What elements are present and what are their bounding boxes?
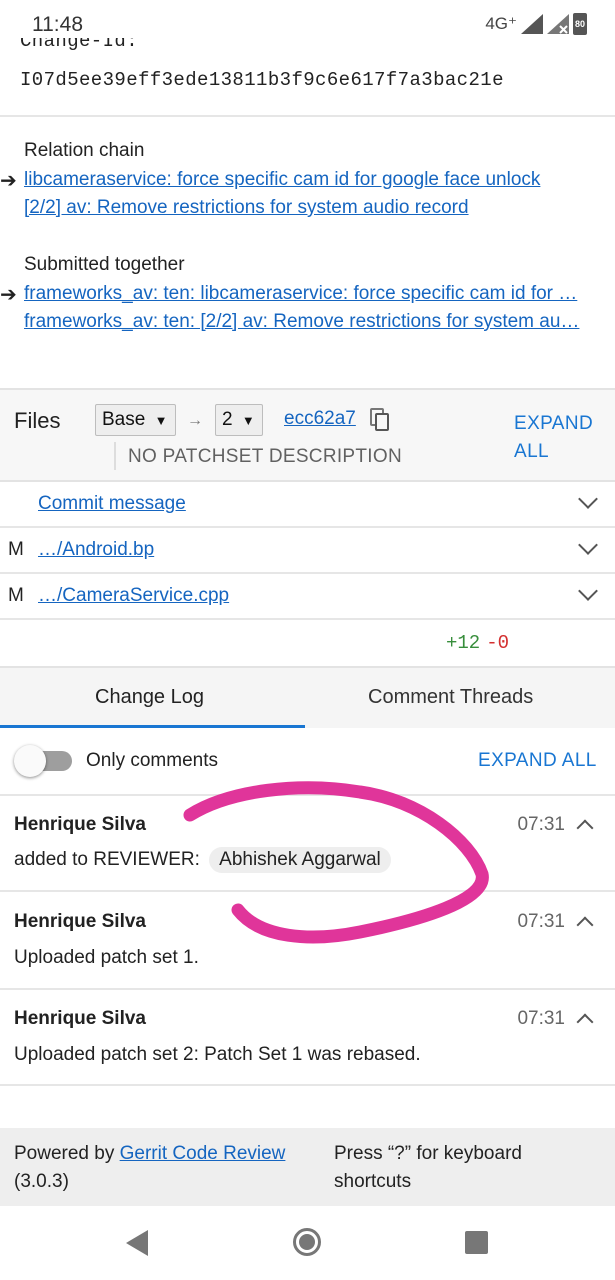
- file-row-android-bp[interactable]: M …/Android.bp: [0, 528, 615, 574]
- file-status: M: [8, 585, 24, 606]
- file-status: M: [8, 539, 24, 560]
- current-change-arrow-icon: ➔: [0, 284, 17, 306]
- relation-chain-link-1[interactable]: libcameraservice: force specific cam id …: [24, 169, 604, 191]
- copy-icon[interactable]: [370, 408, 390, 432]
- change-id-label-text: Change-Id:: [20, 38, 139, 52]
- file-link[interactable]: Commit message: [38, 493, 186, 515]
- keyboard-shortcuts-hint: Press “?” for keyboard shortcuts: [334, 1143, 522, 1192]
- patchset-select[interactable]: 2 ▼: [215, 404, 263, 436]
- change-id-label: Change-Id:: [20, 38, 138, 60]
- signal-icon: [521, 14, 543, 34]
- chevron-up-icon[interactable]: [576, 1013, 594, 1031]
- chevron-down-icon[interactable]: [578, 535, 598, 555]
- page-footer: Powered by Gerrit Code Review (3.0.3) Pr…: [0, 1128, 615, 1206]
- gerrit-version: (3.0.3): [14, 1171, 69, 1192]
- file-row-commit-message[interactable]: Commit message: [0, 482, 615, 528]
- dropdown-icon: ▼: [241, 413, 255, 428]
- status-time: 11:48: [32, 13, 83, 36]
- active-tab-indicator: [0, 725, 305, 728]
- tab-change-log[interactable]: Change Log: [95, 686, 204, 709]
- relation-chain-link-2[interactable]: [2/2] av: Remove restrictions for system…: [24, 197, 604, 219]
- annotation-scribble: [183, 781, 489, 944]
- home-icon[interactable]: [293, 1228, 321, 1256]
- system-nav-bar: [0, 1206, 615, 1280]
- files-header: Files Base ▼ → 2 ▼ ecc62a7 EXPAND ALL NO…: [0, 388, 615, 482]
- powered-by-text: Powered by: [14, 1143, 115, 1164]
- no-patchset-description: NO PATCHSET DESCRIPTION: [128, 446, 402, 467]
- diff-stats: +12 -0: [446, 632, 509, 654]
- lines-removed: -0: [486, 632, 509, 654]
- signal-no-sim-icon: [547, 14, 569, 34]
- patchset-arrow: →: [187, 412, 203, 429]
- message-item[interactable]: Henrique Silva 07:31 Uploaded patch set …: [0, 990, 615, 1086]
- log-tabs: Change Log Comment Threads: [0, 666, 615, 728]
- powered-by: Powered by Gerrit Code Review (3.0.3): [14, 1140, 314, 1196]
- log-expand-all-button[interactable]: EXPAND ALL: [478, 750, 597, 772]
- network-type: 4G⁺: [485, 14, 517, 33]
- status-icons: 4G⁺ 80: [485, 13, 587, 35]
- divider: [114, 442, 116, 470]
- chevron-down-icon[interactable]: [578, 581, 598, 601]
- back-icon[interactable]: [126, 1230, 148, 1256]
- patchset-select-value: 2: [222, 409, 233, 430]
- expand-all-line-1: EXPAND: [514, 413, 594, 434]
- files-expand-all-button[interactable]: EXPAND ALL: [514, 410, 593, 466]
- base-select-value: Base: [102, 409, 146, 430]
- change-id-value: I07d5ee39eff3ede13811b3f9c6e617f7a3bac21…: [20, 69, 504, 91]
- battery-icon: 80: [573, 13, 587, 35]
- message-author: Henrique Silva: [14, 1008, 146, 1029]
- chevron-down-icon[interactable]: [578, 489, 598, 509]
- divider: [0, 115, 615, 117]
- recent-apps-icon[interactable]: [465, 1231, 488, 1254]
- submitted-together-link-1[interactable]: frameworks_av: ten: libcameraservice: fo…: [24, 283, 612, 305]
- submitted-together-link-2[interactable]: frameworks_av: ten: [2/2] av: Remove res…: [24, 311, 612, 333]
- relation-chain-title: Relation chain: [24, 140, 145, 161]
- files-title: Files: [14, 408, 61, 433]
- dropdown-icon: ▼: [154, 413, 168, 428]
- base-patchset-select[interactable]: Base ▼: [95, 404, 176, 436]
- only-comments-label: Only comments: [86, 750, 218, 771]
- current-change-arrow-icon: ➔: [0, 170, 17, 192]
- file-link[interactable]: …/CameraService.cpp: [38, 585, 229, 607]
- tab-comment-threads[interactable]: Comment Threads: [368, 686, 533, 709]
- submitted-together-title: Submitted together: [24, 254, 185, 275]
- file-row-camera-service[interactable]: M …/CameraService.cpp: [0, 574, 615, 620]
- message-time: 07:31: [517, 1008, 565, 1029]
- commit-hash-link[interactable]: ecc62a7: [284, 408, 356, 430]
- expand-all-line-2: ALL: [514, 441, 550, 462]
- file-link[interactable]: …/Android.bp: [38, 539, 154, 561]
- message-text: Uploaded patch set 2: Patch Set 1 was re…: [14, 1044, 421, 1065]
- lines-added: +12: [445, 632, 481, 654]
- gerrit-link[interactable]: Gerrit Code Review: [120, 1143, 286, 1164]
